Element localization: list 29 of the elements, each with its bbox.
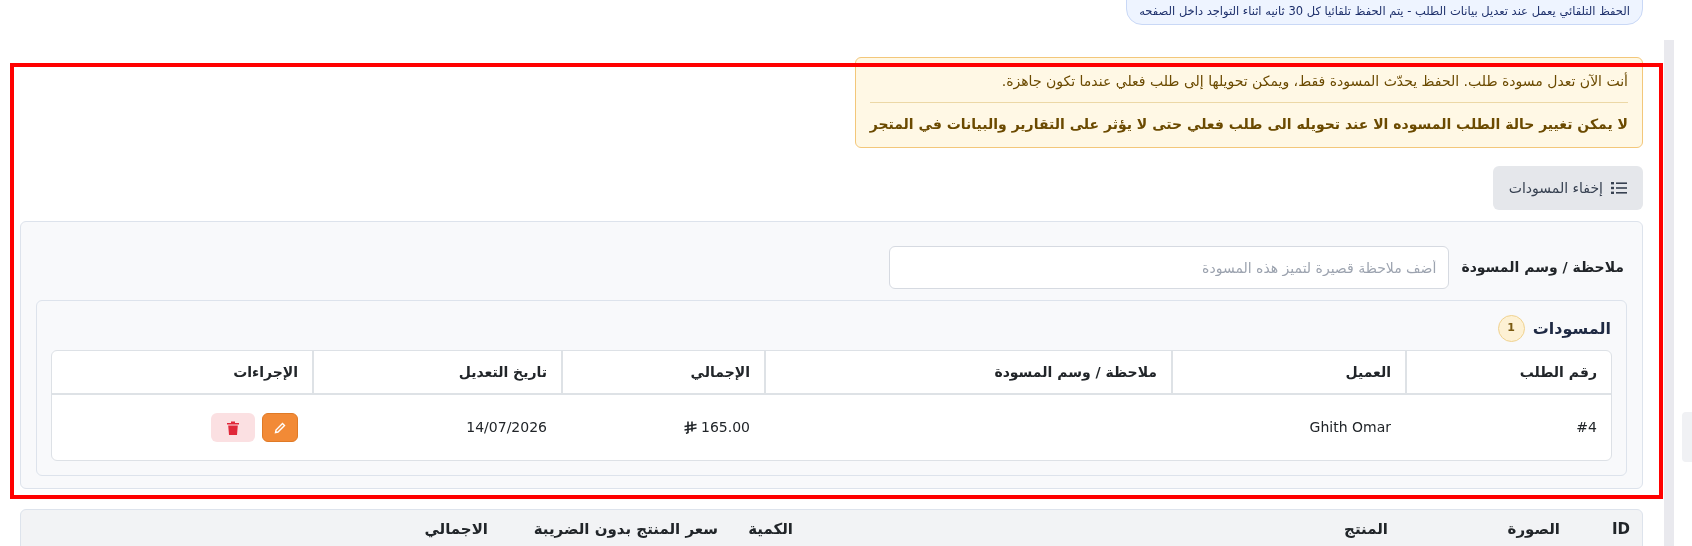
column-header: العميل <box>1171 351 1405 393</box>
edit-button[interactable] <box>262 413 298 442</box>
column-header: الاجمالي <box>423 520 488 540</box>
column-header: الإجراءات <box>232 362 299 383</box>
column-header: ملاحظة / وسم المسودة <box>764 351 1171 393</box>
column-header: الكمية <box>747 520 793 540</box>
column-header: سعر المنتج بدون الضريبة <box>532 520 718 540</box>
column-header: الإجمالي <box>561 351 764 393</box>
currency-icon <box>684 421 697 434</box>
hide-drafts-button[interactable]: إخفاء المسودات <box>1492 166 1643 210</box>
alert-warning: لا يمكن تغيير حالة الطلب المسوده الا عند تحويله الى طلب فعلي حتى لا يؤثر على التقارير والبيانات في المتجر <box>869 115 1628 135</box>
table-cell-text: Ghith Omar <box>1308 418 1392 437</box>
column-header: الصورة <box>1506 520 1560 540</box>
trash-icon <box>227 420 239 435</box>
total-amount: 165.00 <box>701 418 750 437</box>
pencil-icon <box>274 421 286 434</box>
table-cell-text: #4 <box>1575 418 1598 437</box>
delete-button[interactable] <box>211 413 255 442</box>
column-header: رقم الطلب <box>1405 351 1611 393</box>
column-header: ID <box>1610 520 1630 540</box>
autosave-notice: الحفظ التلقائي يعمل عند تعديل بيانات الطلب - يتم الحفظ تلقائيا كل 30 ثانيه اثناء التواجد داخل الصفحه <box>1126 0 1643 25</box>
column-header: المنتج <box>1343 520 1388 540</box>
count-badge: 1 <box>1497 315 1525 342</box>
note-label: ملاحظة / وسم المسودة <box>1461 258 1625 278</box>
drafts-title: المسودات <box>1532 317 1611 340</box>
table-cell-text: 14/07/2026 <box>465 418 548 437</box>
list-icon <box>1611 181 1627 195</box>
alert-message: أنت الآن تعدل مسودة طلب. الحفظ يحدّث المسودة فقط، ويمكن تحويلها إلى طلب فعلي عندما تكون جاهزة. <box>869 68 1628 103</box>
column-header: تاريخ التعديل <box>312 351 561 393</box>
